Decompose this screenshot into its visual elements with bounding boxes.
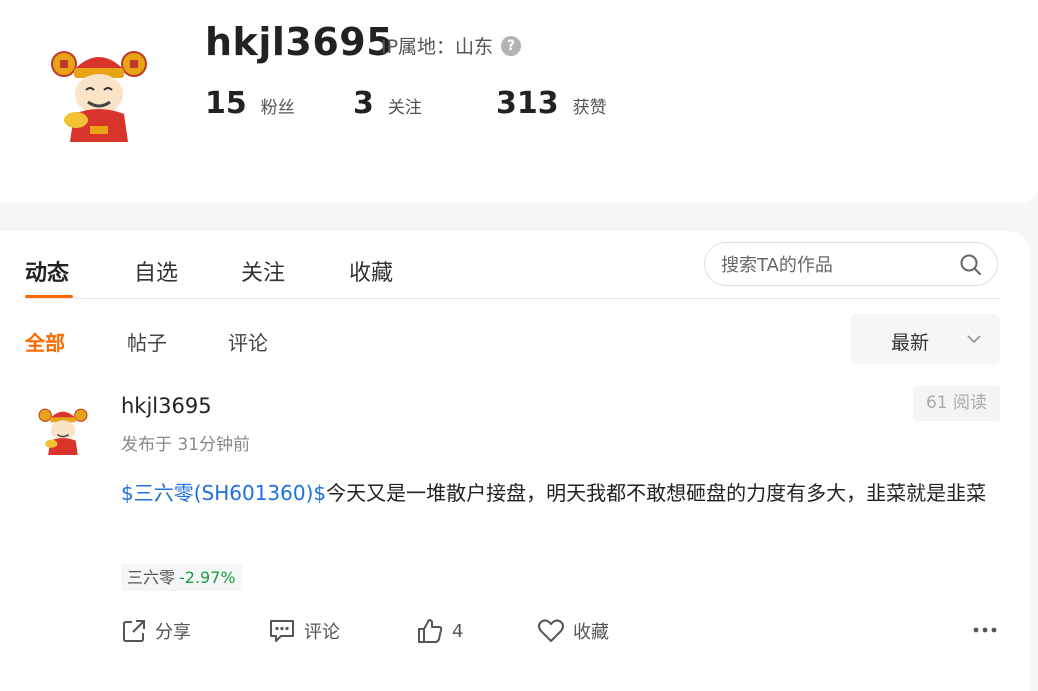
favorite-label: 收藏 <box>573 622 609 643</box>
stat-label: 粉丝 <box>260 98 295 118</box>
stock-tag-name: 三六零 <box>127 568 176 587</box>
search-input[interactable] <box>719 251 953 279</box>
like-count: 4 <box>452 620 464 642</box>
profile-header: hkjl3695 IP属地：山东 ? 15 粉丝 3 关注 313 获赞 <box>0 0 1038 203</box>
favorite-button[interactable]: 收藏 <box>537 616 609 646</box>
share-button[interactable]: 分享 <box>121 616 191 646</box>
comment-icon <box>270 620 294 642</box>
stat-value: 15 <box>205 86 247 121</box>
post-text: 今天又是一堆散户接盘，明天我都不敢想砸盘的力度有多大，韭菜就是韭菜 <box>326 481 987 505</box>
comment-label: 评论 <box>304 622 340 643</box>
search-icon[interactable] <box>959 253 983 277</box>
help-icon[interactable]: ? <box>501 35 522 56</box>
ip-location: IP属地：山东 ? <box>381 32 522 59</box>
stock-tag-change: -2.97% <box>179 568 236 587</box>
stat-label: 获赞 <box>572 98 607 118</box>
subtab-all[interactable]: 全部 <box>25 327 65 356</box>
comment-button[interactable]: 评论 <box>268 616 340 646</box>
subtab-posts[interactable]: 帖子 <box>127 327 167 356</box>
stat-value: 313 <box>496 86 559 121</box>
heart-icon <box>538 619 564 642</box>
search-box[interactable] <box>704 242 998 286</box>
tab-watchlist[interactable]: 自选 <box>134 255 178 287</box>
post-username[interactable]: hkjl3695 <box>121 394 212 418</box>
ip-location-label: IP属地：山东 <box>381 36 494 58</box>
stock-tag[interactable]: 三六零 -2.97% <box>121 564 242 591</box>
content-panel: 动态 自选 关注 收藏 全部 帖子 评论 最新 hkjl3695 发布于 31分… <box>0 231 1030 691</box>
avatar[interactable] <box>46 42 152 148</box>
sort-label: 最新 <box>891 332 930 354</box>
tab-favorites[interactable]: 收藏 <box>349 255 393 287</box>
share-icon <box>123 620 145 642</box>
thumbs-up-icon <box>418 619 443 643</box>
more-icon[interactable] <box>972 623 1000 637</box>
post-time: 发布于 31分钟前 <box>121 435 251 455</box>
share-label: 分享 <box>155 622 191 643</box>
stock-link[interactable]: $三六零(SH601360)$ <box>121 481 326 505</box>
tabs-divider <box>25 298 1000 299</box>
stat-followers[interactable]: 15 粉丝 <box>205 86 295 121</box>
sort-dropdown[interactable]: 最新 <box>850 314 1000 364</box>
post-content[interactable]: $三六零(SH601360)$今天又是一堆散户接盘，明天我都不敢想砸盘的力度有多… <box>121 476 1005 511</box>
post-avatar[interactable] <box>36 404 90 458</box>
tab-activity[interactable]: 动态 <box>25 255 69 287</box>
chevron-down-icon <box>967 335 981 344</box>
like-button[interactable]: 4 <box>416 616 463 646</box>
subtab-comments[interactable]: 评论 <box>228 327 268 356</box>
stat-likes: 313 获赞 <box>496 86 607 121</box>
stat-label: 关注 <box>387 98 422 118</box>
read-count-badge: 61 阅读 <box>913 386 1000 421</box>
stat-following[interactable]: 3 关注 <box>353 86 422 121</box>
stat-value: 3 <box>353 86 374 121</box>
profile-username: hkjl3695 <box>205 20 394 64</box>
tab-following[interactable]: 关注 <box>241 255 285 287</box>
